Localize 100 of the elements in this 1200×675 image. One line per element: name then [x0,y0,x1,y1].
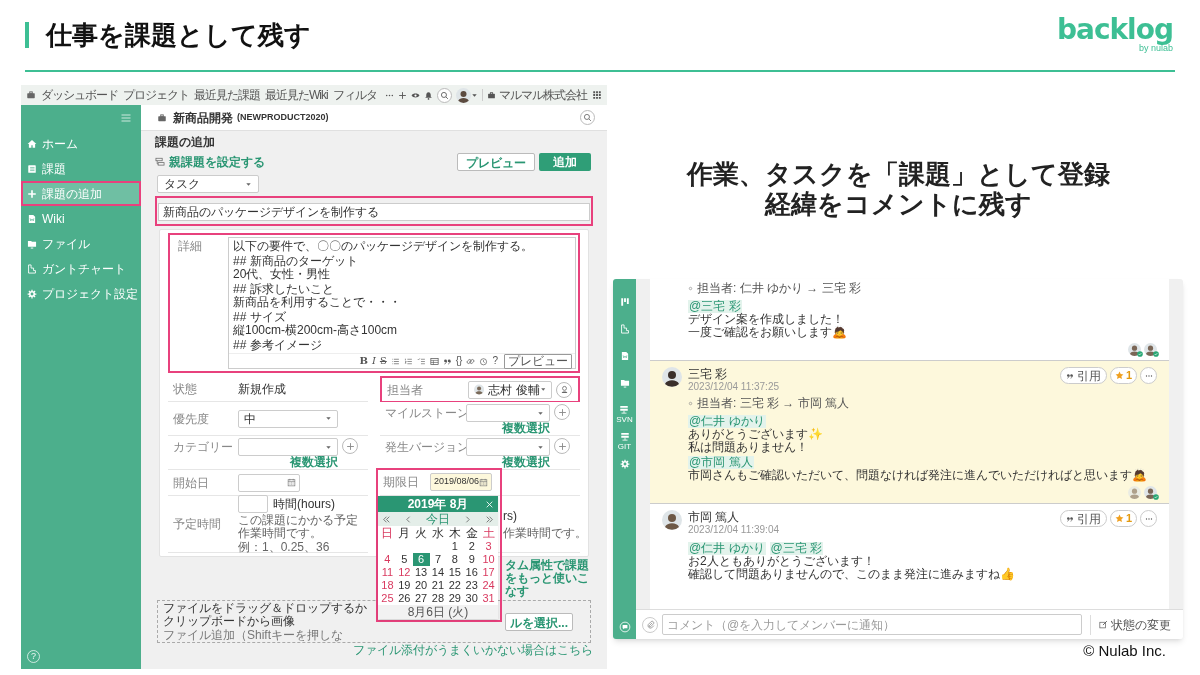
date-field[interactable] [238,473,300,492]
star-icon [1114,371,1124,380]
calendar-day[interactable]: 10 [480,553,497,566]
calendar-day[interactable]: 20 [412,579,430,592]
subject-field[interactable]: 新商品のパッケージデザインを制作する [158,203,590,221]
kanban-icon[interactable] [619,297,630,307]
chat-icon[interactable] [618,621,631,633]
plus-icon[interactable] [398,90,407,100]
more-button[interactable] [1140,367,1157,384]
format-button[interactable]: S [379,356,387,366]
star-icon [1114,514,1124,523]
issue-type-select[interactable]: タスク [157,175,259,193]
calendar-day[interactable]: 2 [463,540,481,553]
format-button[interactable]: I [371,356,376,366]
more-button[interactable] [1140,510,1157,527]
edit-icon [1099,620,1108,629]
select-field[interactable] [466,438,550,456]
multi-select-link[interactable]: 複数選択 [502,422,550,435]
clock-icon[interactable] [479,356,489,366]
help-button[interactable]: ? [492,356,498,366]
code-button[interactable]: {} [455,356,463,366]
calendar-day[interactable]: 29 [446,592,464,605]
server-icon[interactable] [619,405,630,415]
format-button[interactable]: B [359,356,368,366]
calendar-day[interactable]: 25 [379,592,396,605]
menu-icon[interactable] [120,112,132,124]
calendar-day[interactable]: 9 [463,553,481,566]
calendar-day[interactable]: 14 [429,566,447,579]
preview-button[interactable]: プレビュー [504,353,572,369]
preview-button[interactable]: プレビュー [457,153,535,171]
checklist-icon[interactable] [416,356,426,366]
table-icon[interactable] [429,356,439,366]
bulleted-list-icon[interactable] [390,356,400,366]
calendar-day[interactable]: 7 [429,553,447,566]
change-status-button[interactable]: 状態の変更 [1099,615,1171,634]
calendar-day[interactable]: 5 [395,553,413,566]
select-field[interactable] [466,404,550,422]
chevron-left-icon[interactable] [404,514,413,524]
double-chevron-left-icon[interactable] [382,514,391,524]
description-editor[interactable]: 以下の要件で、〇〇のパッケージデザインを制作する。 ## 新商品のターゲット 20代、女性・男性 ## 訴求したいこと 新商品を利用することで・・・ ## サイズ 縦100cm-横200cm-高さ100cm ## 参考イメージ B I S {} ? プレビュー [228,237,576,369]
calendar-day[interactable]: 26 [395,592,413,605]
calendar-day[interactable]: 24 [480,579,497,592]
multi-select-link[interactable]: 複数選択 [290,456,338,469]
hours-field[interactable] [238,494,268,513]
calendar-day[interactable]: 12 [395,566,413,579]
add-button[interactable] [342,438,358,454]
multi-select-link[interactable]: 複数選択 [502,456,550,469]
bell-icon[interactable] [424,90,433,100]
calendar-day[interactable]: 27 [412,592,430,605]
document-icon[interactable] [619,351,630,361]
nav-link[interactable]: 最近見たWiki [265,86,328,104]
select-field[interactable]: 中 [238,409,338,428]
comment-field[interactable]: コメント（@を入力してメンバーに通知） [662,614,1082,635]
calendar-day[interactable]: 31 [480,592,497,605]
quote-button[interactable]: 引用 [1059,367,1107,384]
double-chevron-right-icon[interactable] [485,514,494,524]
calendar-day[interactable]: 18 [379,579,396,592]
field-label: 詳細 [177,238,203,255]
numbered-list-icon[interactable] [403,356,413,366]
folder-icon[interactable] [619,378,630,388]
chart-document-icon[interactable] [619,324,630,334]
calendar-day[interactable]: 23 [463,579,481,592]
select-field[interactable] [238,438,338,456]
calendar-day[interactable]: 13 [412,566,430,579]
calendar-day[interactable]: 22 [446,579,464,592]
calendar-day[interactable]: 1 [446,540,464,553]
close-icon[interactable] [485,499,494,509]
search-button[interactable] [437,87,452,103]
settings-icon[interactable] [619,459,630,469]
link-icon[interactable] [466,356,476,366]
calendar-day[interactable]: 16 [463,566,481,579]
organization-name[interactable]: マルマル株式会社 [499,86,587,104]
assignee-select[interactable]: 志村 俊輔 [468,380,552,399]
nav-link[interactable]: フィルタ [332,86,377,104]
choose-file-button[interactable]: ルを選択... [505,612,573,631]
calendar-day[interactable]: 21 [429,579,447,592]
nav-link[interactable]: プロジェクト [123,86,189,104]
calendar-day[interactable]: 6 [412,553,430,566]
calendar-day[interactable]: 17 [480,566,497,579]
assign-self-button[interactable] [556,381,572,398]
calendar-day[interactable]: 11 [379,566,396,579]
chevron-right-icon[interactable] [463,514,472,524]
calendar-day[interactable]: 30 [463,592,481,605]
calendar-day[interactable]: 15 [446,566,464,579]
apps-icon[interactable] [592,90,602,100]
server-icon[interactable] [619,432,630,442]
calendar-day[interactable]: 8 [446,553,464,566]
briefcase-icon[interactable] [26,90,36,100]
calendar-day[interactable]: 3 [480,540,497,553]
add-button[interactable] [554,404,570,420]
calendar-day[interactable]: 28 [429,592,447,605]
date-field[interactable]: 2019/08/06 [430,473,492,491]
calendar-day[interactable]: 19 [395,579,413,592]
calendar-day[interactable]: 4 [379,553,396,566]
add-button[interactable] [554,438,570,454]
quote-button[interactable]: 引用 [1059,510,1107,527]
project-name: 新商品開発 [173,109,233,127]
nav-link[interactable]: ダッシュボード [41,86,118,104]
description-line: 20代、女性・男性 [233,268,332,281]
nav-link[interactable]: 最近見た課題 [194,86,260,104]
